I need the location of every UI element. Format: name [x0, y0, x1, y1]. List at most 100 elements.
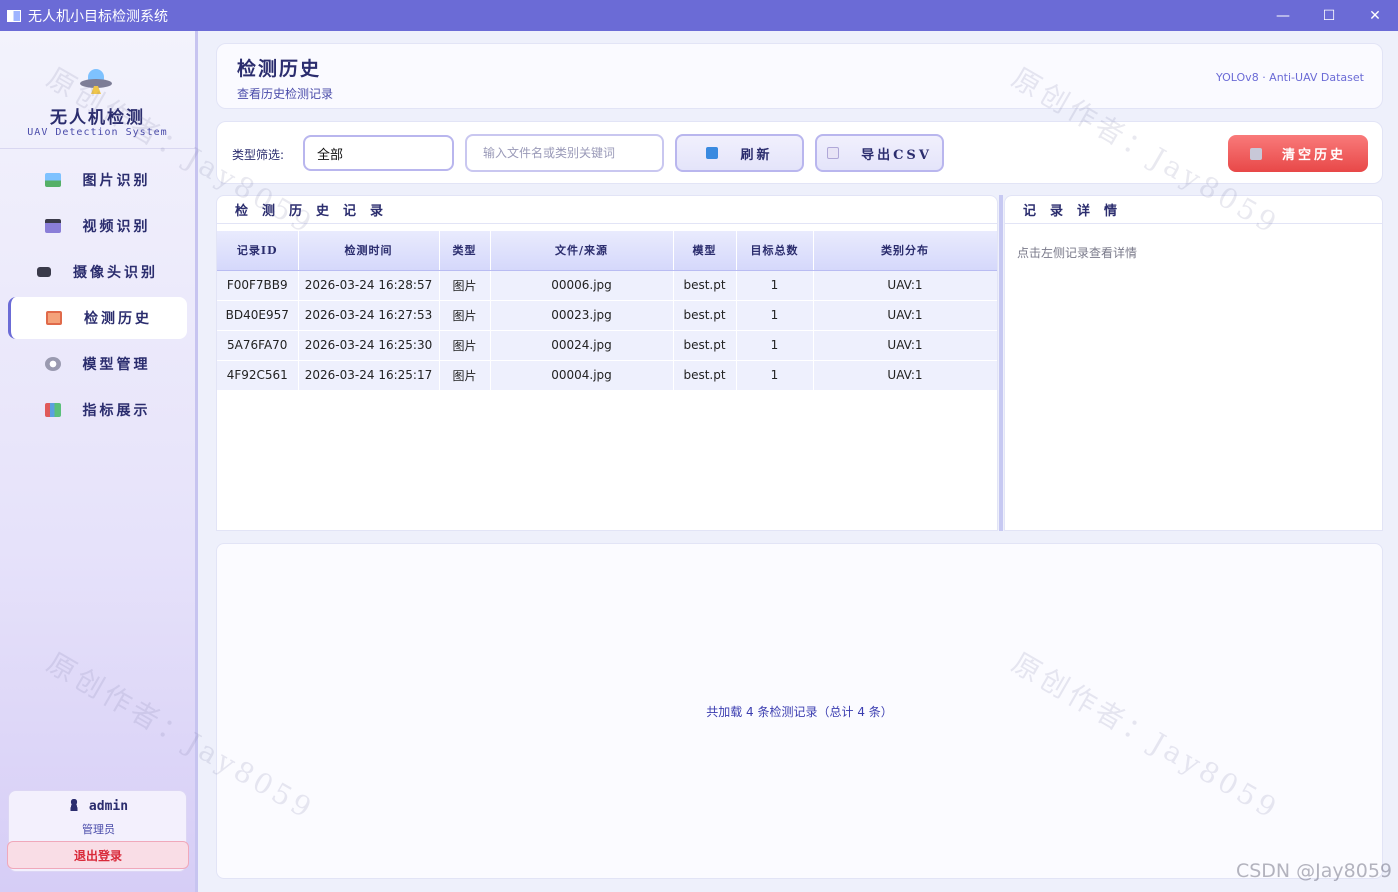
summary-text: 共加载 4 条检测记录（总计 4 条）: [706, 704, 893, 719]
table-cell: UAV:1: [813, 330, 997, 361]
column-header[interactable]: 类别分布: [813, 231, 997, 271]
sidebar-item-camera-recognition[interactable]: 摄像头识别: [8, 251, 187, 293]
minimize-button[interactable]: —: [1260, 0, 1306, 31]
gear-icon: [44, 357, 61, 371]
table-cell: 1: [736, 300, 814, 331]
sidebar-item-metrics[interactable]: 指标展示: [8, 389, 187, 431]
table-cell: 2026-03-24 16:28:57: [298, 270, 440, 301]
column-header[interactable]: 目标总数: [736, 231, 814, 271]
column-header[interactable]: 文件/来源: [490, 231, 674, 271]
video-icon: [44, 219, 61, 233]
record-detail-panel: 记录详情 点击左侧记录查看详情: [1004, 195, 1383, 531]
logo-title: 无人机检测: [50, 108, 145, 128]
column-header[interactable]: 模型: [673, 231, 737, 271]
page-title: 检测历史: [237, 58, 322, 80]
window-controls: — ☐ ✕: [1260, 0, 1398, 31]
table-cell: F00F7BB9: [217, 270, 299, 301]
type-filter-select[interactable]: 全部: [303, 135, 454, 171]
ufo-icon: [80, 69, 112, 95]
table-row[interactable]: F00F7BB9 2026-03-24 16:28:57 图片 00006.jp…: [217, 270, 997, 301]
document-icon: [827, 147, 840, 159]
history-table-panel: 检测历史记录 记录ID 检测时间 类型 文件/来源 模型 目标总数 类别分布 F…: [216, 195, 998, 531]
column-header[interactable]: 记录ID: [217, 231, 299, 271]
table-cell: BD40E957: [217, 300, 299, 331]
refresh-button[interactable]: 刷新: [675, 134, 804, 172]
export-csv-button[interactable]: 导出CSV: [815, 134, 944, 172]
table-row[interactable]: 5A76FA70 2026-03-24 16:25:30 图片 00024.jp…: [217, 330, 997, 361]
table-row[interactable]: BD40E957 2026-03-24 16:27:53 图片 00023.jp…: [217, 300, 997, 331]
table-cell: 2026-03-24 16:25:17: [298, 360, 440, 391]
window-titlebar: 无人机小目标检测系统 — ☐ ✕: [0, 0, 1398, 31]
close-button[interactable]: ✕: [1352, 0, 1398, 31]
sidebar-item-image-recognition[interactable]: 图片识别: [8, 159, 187, 201]
table-cell: UAV:1: [813, 270, 997, 301]
logo-area: 无人机检测 UAV Detection System: [0, 31, 195, 149]
table-cell: 00004.jpg: [490, 360, 674, 391]
table-cell: best.pt: [673, 360, 737, 391]
table-cell: 图片: [439, 270, 491, 301]
sidebar: 无人机检测 UAV Detection System 图片识别 视频识别 摄像头…: [0, 31, 198, 892]
table-cell: 1: [736, 330, 814, 361]
csdn-watermark: CSDN @Jay8059: [1235, 860, 1392, 882]
logout-button[interactable]: 退出登录: [7, 841, 189, 869]
dataset-label: YOLOv8 · Anti-UAV Dataset: [1216, 71, 1364, 84]
table-row[interactable]: 4F92C561 2026-03-24 16:25:17 图片 00004.jp…: [217, 360, 997, 391]
refresh-icon: [706, 147, 719, 159]
user-name-row: admin: [9, 799, 188, 814]
page-header: 检测历史 查看历史检测记录 YOLOv8 · Anti-UAV Dataset: [216, 43, 1383, 109]
sidebar-item-label: 检测历史: [84, 311, 152, 327]
table-cell: 1: [736, 360, 814, 391]
history-icon: [46, 311, 62, 325]
record-detail-hint: 点击左侧记录查看详情: [1017, 246, 1138, 260]
maximize-button[interactable]: ☐: [1306, 0, 1352, 31]
image-icon: [44, 173, 61, 187]
table-cell: 图片: [439, 300, 491, 331]
export-label: 导出CSV: [861, 147, 932, 163]
table-cell: 00024.jpg: [490, 330, 674, 361]
sidebar-item-label: 模型管理: [82, 357, 151, 373]
table-cell: best.pt: [673, 300, 737, 331]
history-table-title: 检测历史记录: [217, 196, 997, 224]
user-role: 管理员: [82, 823, 115, 836]
camera-icon: [37, 267, 51, 277]
user-card: admin 管理员 退出登录: [7, 790, 189, 872]
column-header[interactable]: 类型: [439, 231, 491, 271]
sidebar-nav: 图片识别 视频识别 摄像头识别 检测历史 模型管理 指标展示: [8, 159, 187, 435]
trash-icon: [1249, 147, 1262, 160]
page-subtitle: 查看历史检测记录: [237, 87, 334, 101]
record-detail-title: 记录详情: [1005, 196, 1382, 224]
table-cell: 图片: [439, 330, 491, 361]
column-header[interactable]: 检测时间: [298, 231, 440, 271]
sidebar-item-label: 指标展示: [82, 403, 151, 419]
table-cell: 2026-03-24 16:27:53: [298, 300, 440, 331]
search-input[interactable]: [465, 134, 664, 172]
panel-splitter[interactable]: [999, 195, 1003, 531]
app-icon: [7, 9, 21, 22]
chart-icon: [44, 403, 61, 417]
sidebar-item-label: 视频识别: [82, 219, 151, 235]
refresh-label: 刷新: [740, 147, 773, 163]
sidebar-item-video-recognition[interactable]: 视频识别: [8, 205, 187, 247]
table-cell: 图片: [439, 360, 491, 391]
sidebar-item-model-management[interactable]: 模型管理: [8, 343, 187, 385]
sidebar-item-history[interactable]: 检测历史: [8, 297, 187, 339]
table-cell: 00006.jpg: [490, 270, 674, 301]
user-icon: [68, 799, 79, 811]
table-header-row: 记录ID 检测时间 类型 文件/来源 模型 目标总数 类别分布: [217, 231, 997, 271]
clear-history-button[interactable]: 清空历史: [1228, 135, 1368, 172]
table-cell: best.pt: [673, 270, 737, 301]
summary-panel: 共加载 4 条检测记录（总计 4 条）: [216, 543, 1383, 879]
history-table: 记录ID 检测时间 类型 文件/来源 模型 目标总数 类别分布 F00F7BB9…: [217, 231, 997, 391]
window-title: 无人机小目标检测系统: [28, 8, 168, 25]
table-cell: 5A76FA70: [217, 330, 299, 361]
sidebar-item-label: 图片识别: [82, 173, 151, 189]
logo-subtitle: UAV Detection System: [27, 127, 168, 138]
table-cell: UAV:1: [813, 360, 997, 391]
user-name: admin: [88, 799, 129, 814]
table-cell: best.pt: [673, 330, 737, 361]
table-cell: 00023.jpg: [490, 300, 674, 331]
clear-label: 清空历史: [1281, 148, 1346, 163]
table-cell: 1: [736, 270, 814, 301]
filter-label: 类型筛选:: [232, 148, 285, 162]
type-filter-value: 全部: [317, 147, 344, 163]
